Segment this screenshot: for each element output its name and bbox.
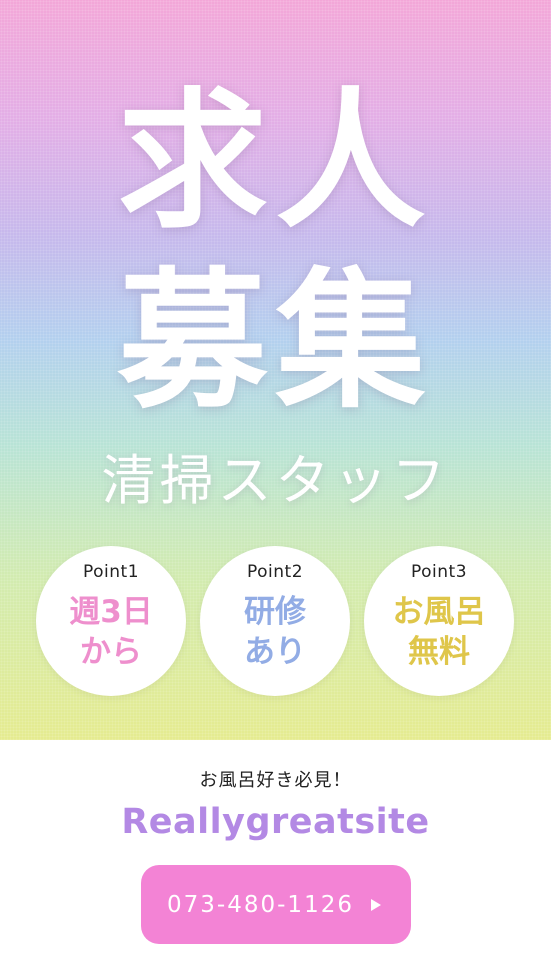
phone-button[interactable]: 073-480-1126 (141, 865, 411, 944)
hero-section: 求人 募集 清掃スタッフ Point1 週3日 から Point2 研修 あり … (0, 0, 551, 740)
title-line-1: 求人 (117, 75, 434, 249)
point-text-2: 研修 あり (244, 594, 306, 670)
site-name: Reallygreatsite (121, 802, 430, 842)
job-poster: 求人 募集 清掃スタッフ Point1 週3日 から Point2 研修 あり … (0, 0, 551, 980)
point-label-3: Point3 (410, 562, 468, 582)
tagline: お風呂好き必見！ (199, 770, 352, 791)
point-circle-3: Point3 お風呂 無料 (364, 546, 514, 696)
footer-section: お風呂好き必見！ Reallygreatsite 073-480-1126 (0, 740, 551, 980)
point-text-1: 週3日 から (69, 594, 153, 670)
point-circle-1: Point1 週3日 から (36, 546, 186, 696)
point-label-1: Point1 (82, 562, 140, 582)
subtitle: 清掃スタッフ (101, 449, 450, 512)
title-line-2: 募集 (117, 255, 434, 429)
play-icon (370, 899, 381, 911)
point-text-3: お風呂 無料 (392, 594, 486, 670)
phone-number: 073-480-1126 (167, 891, 354, 918)
point-circle-2: Point2 研修 あり (200, 546, 350, 696)
point-label-2: Point2 (246, 562, 304, 582)
